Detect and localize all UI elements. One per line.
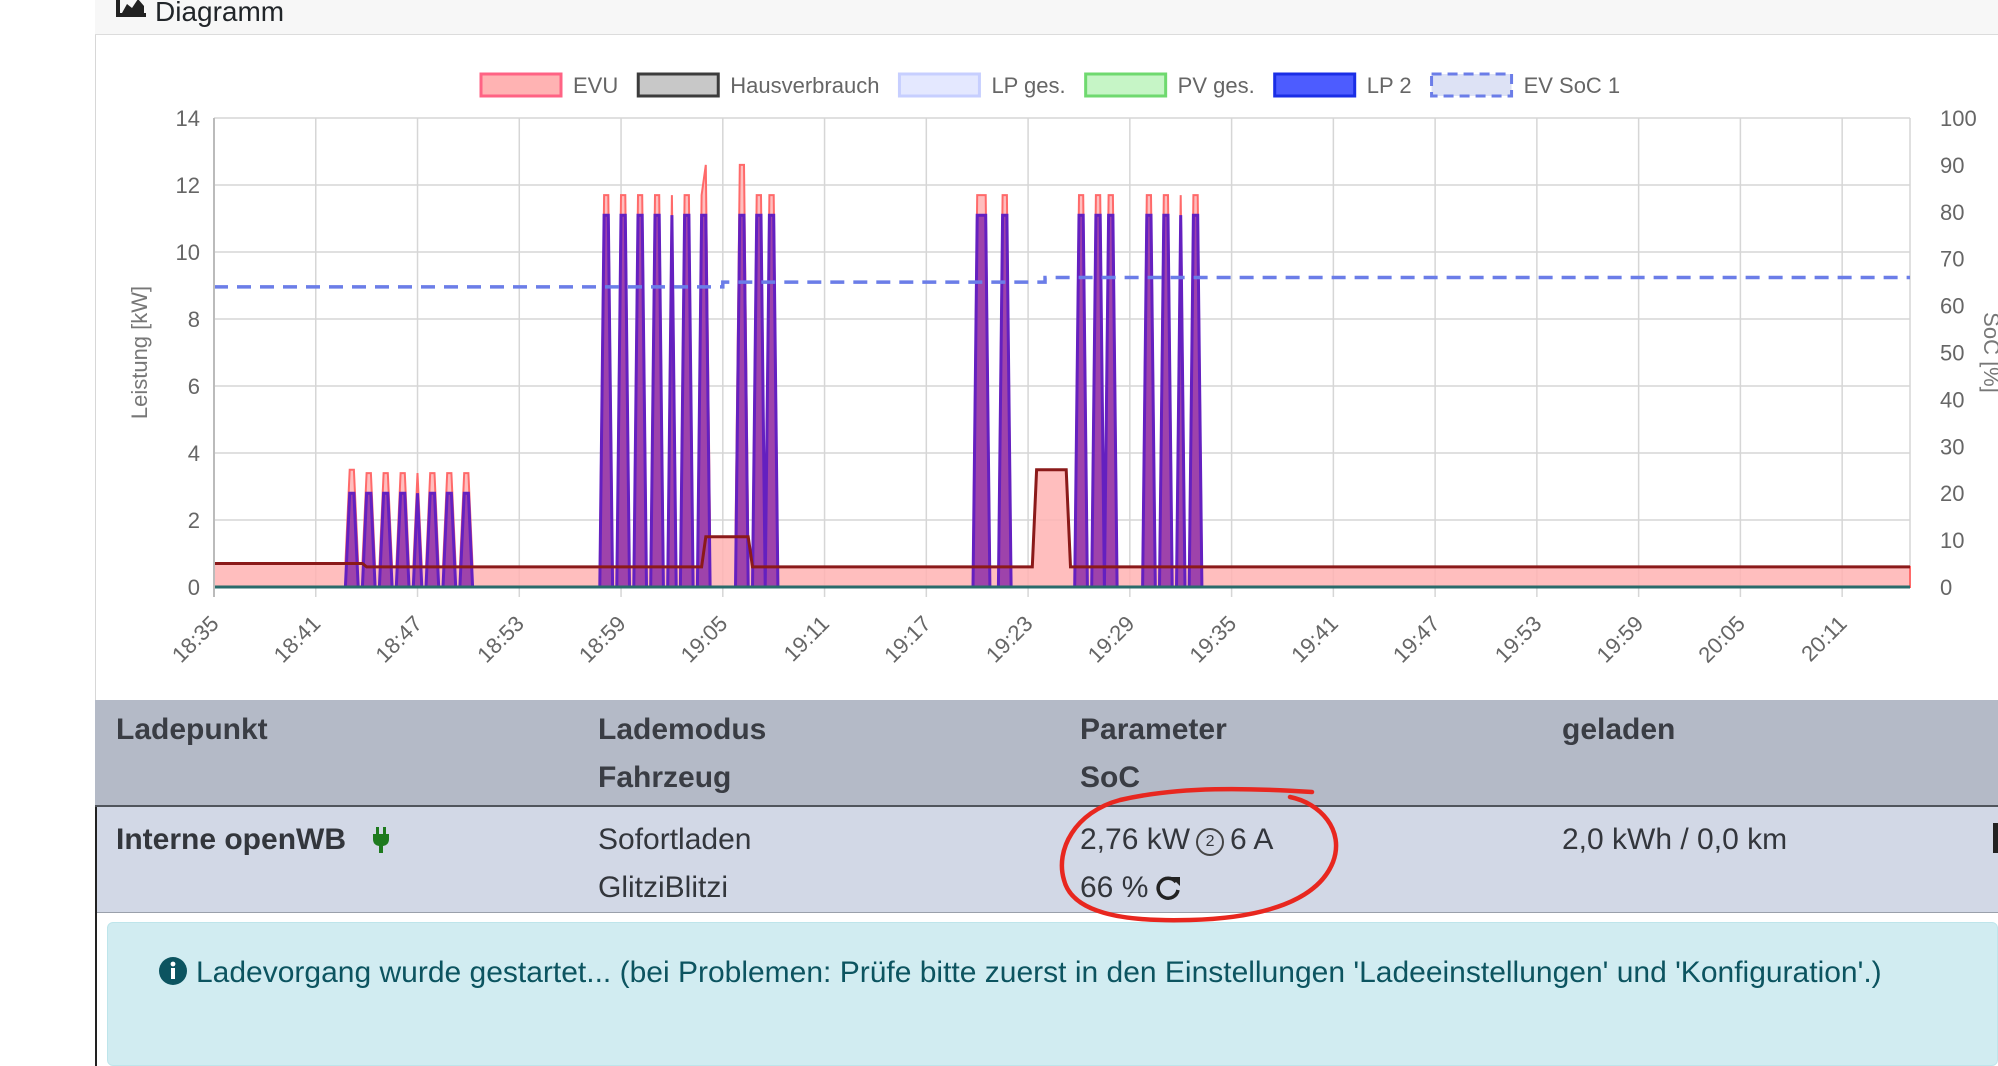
legend-swatch-0 [479, 72, 563, 98]
x-tick: 19:41 [1286, 611, 1343, 668]
y-right-tick: 50 [1940, 341, 1964, 366]
x-tick: 18:59 [574, 611, 631, 668]
x-tick: 19:29 [1083, 611, 1140, 668]
legend-label-5: EV SoC 1 [1524, 73, 1621, 98]
x-tick: 19:59 [1592, 611, 1649, 668]
x-tick: 18:53 [472, 611, 529, 668]
legend-label-0: EVU [573, 73, 618, 98]
info-circle-icon [158, 953, 188, 985]
legend-swatch-4 [1273, 72, 1357, 98]
soc-value: 66 % [1080, 871, 1149, 904]
info-alert: Ladevorgang wurde gestartet... (bei Prob… [107, 922, 1998, 1066]
y-left-tick: 14 [176, 106, 200, 131]
header-parameter: Parameter [1080, 713, 1227, 746]
legend-label-3: PV ges. [1178, 73, 1255, 98]
fahrzeug-value: GlitziBlitzi [598, 871, 729, 904]
power-chart: EVU Hausverbrauch LP ges. PV ges. LP 2 EV SoC… [127, 72, 1998, 668]
x-tick: 19:47 [1388, 611, 1445, 668]
header-soc: SoC [1080, 761, 1140, 794]
y-right-tick: 10 [1940, 528, 1964, 553]
soc-value-wrap: 66 % [1080, 871, 1182, 905]
x-tick: 18:47 [370, 611, 427, 668]
x-tick: 19:05 [676, 611, 733, 668]
x-tick: 18:41 [269, 611, 326, 668]
row-edge-marker [1993, 823, 1998, 853]
phases-badge: 2 [1196, 828, 1225, 856]
legend-swatch-3 [1084, 72, 1168, 98]
ladepunkt-name: Interne openWB [116, 823, 346, 856]
header-lademodus: Lademodus [598, 713, 767, 746]
legend-swatch-1 [636, 72, 720, 98]
y-left-tick: 4 [188, 441, 200, 466]
legend-label-4: LP 2 [1367, 73, 1412, 98]
lademodus-value[interactable]: Sofortladen [598, 823, 751, 857]
header-ladepunkt: Ladepunkt [116, 713, 268, 746]
y-right-tick: 60 [1940, 294, 1964, 319]
x-tick: 19:35 [1185, 611, 1242, 668]
card-header: Diagramm [95, 0, 1998, 35]
header-fahrzeug: Fahrzeug [598, 761, 732, 794]
card-title: Diagramm [155, 0, 285, 27]
x-tick: 20:05 [1693, 611, 1750, 668]
y-left-tick: 10 [176, 240, 200, 265]
x-tick: 18:35 [167, 611, 224, 668]
x-tick: 19:17 [879, 611, 936, 668]
legend-swatch-2 [897, 72, 981, 98]
current-value: 6 A [1230, 823, 1274, 856]
x-tick: 19:23 [981, 611, 1038, 668]
legend-label-1: Hausverbrauch [730, 73, 879, 98]
legend-swatch-5 [1430, 72, 1514, 98]
y-right-tick: 30 [1940, 434, 1964, 459]
y-left-tick: 8 [188, 307, 200, 332]
geladen-value: 2,0 kWh / 0,0 km [1562, 823, 1788, 856]
y-left-label: Leistung [kW] [127, 286, 152, 419]
x-tick: 20:11 [1796, 611, 1851, 666]
alert-text: Ladevorgang wurde gestartet... (bei Prob… [196, 956, 1882, 989]
row-left-border [95, 807, 97, 1066]
series-ev-soc [214, 275, 1910, 289]
y-right-tick: 0 [1940, 575, 1952, 600]
y-right-tick: 40 [1940, 387, 1964, 412]
y-right-tick: 80 [1940, 200, 1964, 225]
legend-label-2: LP ges. [991, 73, 1065, 98]
header-geladen: geladen [1562, 713, 1676, 746]
refresh-icon[interactable] [1154, 874, 1182, 902]
y-right-tick: 70 [1940, 247, 1964, 272]
y-left-tick: 6 [188, 374, 200, 399]
y-right-tick: 100 [1940, 106, 1977, 131]
table-header: Ladepunkt Lademodus Fahrzeug Parameter S… [95, 700, 1998, 807]
power-value: 2,76 kW [1080, 823, 1191, 856]
y-left-tick: 0 [188, 575, 200, 600]
y-left-tick: 12 [176, 173, 200, 198]
x-tick: 19:53 [1490, 611, 1547, 668]
plug-icon [372, 827, 390, 853]
table-row[interactable]: Interne openWB Sofortladen GlitziBlitzi … [95, 807, 1998, 913]
y-right-tick: 20 [1940, 481, 1964, 506]
x-tick: 19:11 [779, 611, 834, 666]
y-left-tick: 2 [188, 508, 200, 533]
parameter-value: 2,76 kW 2 6 A [1080, 823, 1273, 857]
y-right-label: SoC [%] [1979, 312, 1998, 393]
y-right-tick: 90 [1940, 153, 1964, 178]
chart-area-icon [115, 0, 147, 18]
